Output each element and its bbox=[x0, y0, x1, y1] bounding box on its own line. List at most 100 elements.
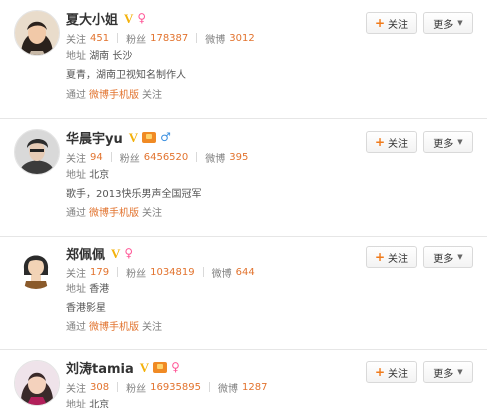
user-name[interactable]: 华晨宇yu bbox=[66, 128, 123, 147]
location-line: 地址 香港 bbox=[66, 282, 109, 298]
more-button[interactable]: 更多 ▼ bbox=[423, 131, 473, 153]
user-bio: 香港影星 bbox=[66, 303, 106, 314]
fans-count[interactable]: 178387 bbox=[150, 33, 188, 44]
female-icon: ♀ bbox=[137, 11, 147, 25]
follow-button[interactable]: + 关注 bbox=[366, 12, 417, 34]
following-label: 关注 bbox=[66, 268, 86, 280]
verified-v-icon[interactable]: V bbox=[129, 131, 138, 144]
location-value: 湖南 长沙 bbox=[89, 51, 133, 62]
weibo-count[interactable]: 395 bbox=[229, 152, 248, 163]
caret-down-icon: ▼ bbox=[457, 19, 463, 27]
fans-count[interactable]: 6456520 bbox=[144, 152, 189, 163]
user-card: 华晨宇yu V ♂ 关注 94 粉丝 6456520 微博 395 地址 北京 … bbox=[0, 119, 487, 236]
via-link[interactable]: 微博手机版 bbox=[89, 322, 139, 333]
following-count[interactable]: 451 bbox=[90, 33, 109, 44]
avatar[interactable] bbox=[14, 245, 58, 289]
more-button-label: 更多 bbox=[433, 368, 454, 380]
level-badge-icon[interactable] bbox=[153, 361, 168, 373]
verified-v-icon[interactable]: V bbox=[140, 361, 149, 374]
location-label: 地址 bbox=[66, 51, 86, 62]
fans-label: 粉丝 bbox=[126, 383, 147, 395]
plus-icon: + bbox=[374, 16, 386, 30]
divider bbox=[209, 382, 210, 392]
weibo-label: 微博 bbox=[211, 268, 232, 280]
location-value: 北京 bbox=[89, 170, 110, 181]
following-count[interactable]: 94 bbox=[90, 152, 103, 163]
more-button[interactable]: 更多 ▼ bbox=[423, 12, 473, 34]
user-name[interactable]: 夏大小姐 bbox=[66, 9, 118, 28]
following-label: 关注 bbox=[66, 153, 86, 165]
female-icon: ♀ bbox=[124, 246, 134, 260]
user-card: 夏大小姐 V ♀ 关注 451 粉丝 178387 微博 3012 地址 湖南 … bbox=[0, 0, 487, 118]
plus-icon: + bbox=[374, 135, 386, 149]
follow-button[interactable]: + 关注 bbox=[366, 361, 417, 383]
following-label: 关注 bbox=[66, 34, 86, 46]
name-row: 郑佩佩 V ♀ bbox=[66, 244, 134, 263]
fans-count[interactable]: 1034819 bbox=[150, 267, 195, 278]
more-button[interactable]: 更多 ▼ bbox=[423, 246, 473, 268]
follow-button-label: 关注 bbox=[388, 253, 409, 265]
avatar[interactable] bbox=[14, 10, 60, 56]
user-bio: 夏青，湖南卫视知名制作人 bbox=[66, 70, 186, 81]
user-name[interactable]: 郑佩佩 bbox=[66, 244, 105, 263]
divider bbox=[202, 267, 204, 277]
caret-down-icon: ▼ bbox=[457, 253, 463, 261]
level-badge-icon[interactable] bbox=[142, 131, 157, 143]
avatar[interactable] bbox=[14, 360, 60, 406]
divider bbox=[196, 33, 198, 43]
location-label: 地址 bbox=[66, 400, 86, 408]
following-count[interactable]: 308 bbox=[90, 382, 109, 393]
more-button[interactable]: 更多 ▼ bbox=[423, 361, 473, 383]
more-button-label: 更多 bbox=[433, 138, 454, 150]
location-line: 地址 湖南 长沙 bbox=[66, 49, 132, 65]
via-suffix: 关注 bbox=[142, 322, 162, 333]
via-prefix: 通过 bbox=[66, 208, 86, 219]
fans-label: 粉丝 bbox=[119, 153, 140, 165]
weibo-count[interactable]: 3012 bbox=[229, 33, 254, 44]
weibo-label: 微博 bbox=[205, 153, 226, 165]
following-count[interactable]: 179 bbox=[90, 267, 109, 278]
plus-icon: + bbox=[374, 365, 386, 379]
follow-button[interactable]: + 关注 bbox=[366, 131, 417, 153]
location-label: 地址 bbox=[66, 284, 86, 295]
follow-source: 通过 微博手机版 关注 bbox=[66, 206, 162, 222]
caret-down-icon: ▼ bbox=[457, 138, 463, 146]
user-stats: 关注 94 粉丝 6456520 微博 395 bbox=[66, 149, 248, 165]
follow-button[interactable]: + 关注 bbox=[366, 246, 417, 268]
follow-button-label: 关注 bbox=[388, 19, 409, 31]
fans-count[interactable]: 16935895 bbox=[150, 382, 201, 393]
location-line: 地址 北京 bbox=[66, 398, 109, 408]
via-prefix: 通过 bbox=[66, 90, 86, 101]
weibo-count[interactable]: 1287 bbox=[242, 382, 267, 393]
avatar[interactable] bbox=[14, 129, 60, 175]
user-card: 刘涛tamia V ♀ 关注 308 粉丝 16935895 微博 1287 地… bbox=[0, 350, 487, 408]
more-button-label: 更多 bbox=[433, 19, 454, 31]
user-stats: 关注 179 粉丝 1034819 微博 644 bbox=[66, 264, 255, 280]
via-suffix: 关注 bbox=[142, 90, 162, 101]
user-stats: 关注 308 粉丝 16935895 微博 1287 bbox=[66, 379, 267, 395]
name-row: 刘涛tamia V ♀ bbox=[66, 358, 180, 377]
user-name[interactable]: 刘涛tamia bbox=[66, 358, 134, 377]
divider bbox=[117, 33, 119, 43]
user-card: 郑佩佩 V ♀ 关注 179 粉丝 1034819 微博 644 地址 香港 香… bbox=[0, 237, 487, 349]
weibo-label: 微博 bbox=[205, 34, 226, 46]
more-button-label: 更多 bbox=[433, 253, 454, 265]
location-value: 北京 bbox=[89, 400, 110, 408]
location-line: 地址 北京 bbox=[66, 168, 109, 184]
name-row: 夏大小姐 V ♀ bbox=[66, 9, 147, 28]
female-icon: ♀ bbox=[171, 360, 180, 374]
caret-down-icon: ▼ bbox=[457, 368, 463, 376]
weibo-label: 微博 bbox=[218, 383, 238, 395]
via-link[interactable]: 微博手机版 bbox=[89, 90, 139, 101]
divider bbox=[110, 152, 112, 162]
follow-button-label: 关注 bbox=[388, 138, 409, 150]
verified-v-icon[interactable]: V bbox=[111, 247, 120, 260]
fans-label: 粉丝 bbox=[126, 268, 147, 280]
via-link[interactable]: 微博手机版 bbox=[89, 208, 139, 219]
following-label: 关注 bbox=[66, 383, 86, 395]
location-value: 香港 bbox=[89, 284, 110, 295]
verified-v-icon[interactable]: V bbox=[124, 12, 133, 25]
user-stats: 关注 451 粉丝 178387 微博 3012 bbox=[66, 30, 255, 46]
user-bio: 歌手，2013快乐男声全国冠军 bbox=[66, 189, 202, 200]
weibo-count[interactable]: 644 bbox=[236, 267, 255, 278]
